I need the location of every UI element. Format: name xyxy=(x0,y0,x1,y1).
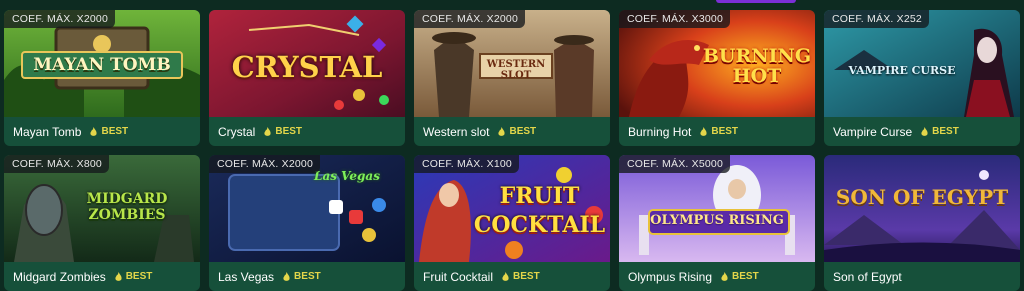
card-footer: Western slot BEST xyxy=(414,117,610,146)
game-card-fruit-cocktail[interactable]: FRUIT COCKTAIL COEF. MÁX. X100 Fruit Coc… xyxy=(414,155,610,291)
game-thumbnail[interactable]: FRUIT COCKTAIL COEF. MÁX. X100 xyxy=(414,155,610,262)
max-coef-badge: COEF. MÁX. X5000 xyxy=(619,155,730,173)
game-logo: WESTERN SLOT xyxy=(486,59,546,81)
best-badge: BEST xyxy=(921,126,959,137)
game-thumbnail[interactable]: OLYMPUS RISING COEF. MÁX. X5000 xyxy=(619,155,815,262)
game-title: Mayan Tomb xyxy=(13,124,82,139)
max-coef-badge: COEF. MÁX. X2000 xyxy=(209,155,320,173)
game-card-vampire-curse[interactable]: VAMPIRE CURSE COEF. MÁX. X252 Vampire Cu… xyxy=(824,10,1020,146)
best-label: BEST xyxy=(294,271,321,282)
flame-icon xyxy=(115,271,122,281)
best-label: BEST xyxy=(275,126,303,137)
game-card-son-of-egypt[interactable]: SON OF EGYPT Son of Egypt xyxy=(824,155,1020,291)
card-footer: Vampire Curse BEST xyxy=(824,117,1020,146)
game-logo: MIDGARD ZOMBIES xyxy=(86,191,168,223)
card-footer: Mayan Tomb BEST xyxy=(4,117,200,146)
game-thumbnail[interactable]: WESTERN SLOT COEF. MÁX. X2000 xyxy=(414,10,610,117)
best-label: BEST xyxy=(125,271,153,282)
best-label: BEST xyxy=(732,271,759,282)
game-logo: VAMPIRE CURSE xyxy=(848,64,956,77)
card-footer: Las Vegas BEST xyxy=(209,262,405,291)
game-card-olympus-rising[interactable]: OLYMPUS RISING COEF. MÁX. X5000 Olympus … xyxy=(619,155,815,291)
game-thumbnail[interactable]: MIDGARD ZOMBIES COEF. MÁX. X800 xyxy=(4,155,200,262)
game-card-las-vegas[interactable]: Las Vegas COEF. MÁX. X2000 Las Vegas BES… xyxy=(209,155,405,291)
best-badge: BEST xyxy=(115,271,153,282)
best-badge: BEST xyxy=(264,126,302,137)
card-footer: Son of Egypt xyxy=(824,262,1020,291)
best-badge: BEST xyxy=(700,126,738,137)
max-coef-badge: COEF. MÁX. X3000 xyxy=(619,10,730,28)
best-label: BEST xyxy=(513,271,540,282)
game-card-crystal[interactable]: CRYSTAL Crystal BEST xyxy=(209,10,405,146)
flame-icon xyxy=(498,126,506,136)
flame-icon xyxy=(90,126,98,136)
best-badge: BEST xyxy=(721,271,759,282)
game-title: Vampire Curse xyxy=(833,124,913,139)
game-thumbnail[interactable]: BURNING HOT COEF. MÁX. X3000 xyxy=(619,10,815,117)
game-thumbnail[interactable]: CRYSTAL xyxy=(209,10,405,117)
game-logo: SON OF EGYPT xyxy=(835,185,1009,209)
game-thumbnail[interactable]: Las Vegas COEF. MÁX. X2000 xyxy=(209,155,405,262)
max-coef-badge: COEF. MÁX. X252 xyxy=(824,10,929,28)
best-label: BEST xyxy=(711,126,739,137)
game-title: Fruit Cocktail xyxy=(423,269,494,284)
card-footer: Olympus Rising BEST xyxy=(619,262,815,291)
best-label: BEST xyxy=(509,126,537,137)
game-card-western-slot[interactable]: WESTERN SLOT COEF. MÁX. X2000 Western sl… xyxy=(414,10,610,146)
game-thumbnail[interactable]: VAMPIRE CURSE COEF. MÁX. X252 xyxy=(824,10,1020,117)
max-coef-badge: COEF. MÁX. X2000 xyxy=(4,10,115,28)
flame-icon xyxy=(264,126,271,136)
best-badge: BEST xyxy=(90,126,128,137)
game-thumbnail[interactable]: SON OF EGYPT xyxy=(824,155,1020,262)
game-title: Son of Egypt xyxy=(833,269,902,284)
game-title: Western slot xyxy=(423,124,490,139)
best-label: BEST xyxy=(101,126,129,137)
games-grid: MAYAN TOMB COEF. MÁX. X2000 Mayan Tomb B… xyxy=(4,10,1020,291)
game-logo: BURNING HOT xyxy=(702,45,812,87)
game-title: Burning Hot xyxy=(628,124,692,139)
game-logo: MAYAN TOMB xyxy=(33,55,171,75)
max-coef-badge: COEF. MÁX. X800 xyxy=(4,155,109,173)
best-label: BEST xyxy=(932,126,959,137)
flame-icon xyxy=(700,126,707,136)
game-thumbnail[interactable]: MAYAN TOMB COEF. MÁX. X2000 xyxy=(4,10,200,117)
max-coef-badge: COEF. MÁX. X100 xyxy=(414,155,519,173)
game-card-midgard-zombies[interactable]: MIDGARD ZOMBIES COEF. MÁX. X800 Midgard … xyxy=(4,155,200,291)
game-logo: OLYMPUS RISING xyxy=(650,213,784,228)
card-footer: Midgard Zombies BEST xyxy=(4,262,200,291)
active-tab-indicator xyxy=(716,0,796,3)
game-card-mayan-tomb[interactable]: MAYAN TOMB COEF. MÁX. X2000 Mayan Tomb B… xyxy=(4,10,200,146)
best-badge: BEST xyxy=(498,126,536,137)
card-footer: Fruit Cocktail BEST xyxy=(414,262,610,291)
game-logo: FRUIT COCKTAIL xyxy=(473,183,606,238)
flame-icon xyxy=(502,271,509,281)
game-title: Las Vegas xyxy=(218,269,275,284)
best-badge: BEST xyxy=(283,271,321,282)
best-badge: BEST xyxy=(502,271,540,282)
game-logo: CRYSTAL xyxy=(231,50,383,84)
game-title: Olympus Rising xyxy=(628,269,713,284)
max-coef-badge: COEF. MÁX. X2000 xyxy=(414,10,525,28)
flame-icon xyxy=(721,271,728,281)
game-card-burning-hot[interactable]: BURNING HOT COEF. MÁX. X3000 Burning Hot… xyxy=(619,10,815,146)
game-title: Midgard Zombies xyxy=(13,269,106,284)
game-title: Crystal xyxy=(218,124,256,139)
card-footer: Crystal BEST xyxy=(209,117,405,146)
card-footer: Burning Hot BEST xyxy=(619,117,815,146)
flame-icon xyxy=(283,271,290,281)
flame-icon xyxy=(921,126,928,136)
